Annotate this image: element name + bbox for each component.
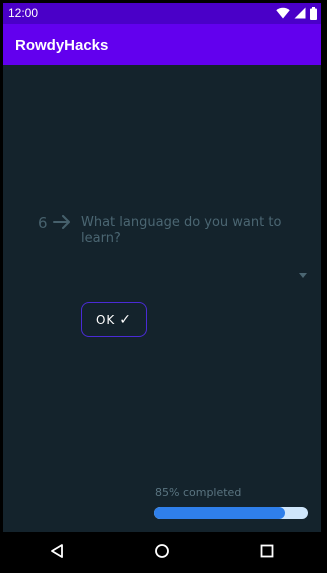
ok-button-label: OK: [95, 312, 116, 327]
status-bar: 12:00: [3, 3, 321, 24]
question-text: What language do you want to learn?: [81, 215, 282, 246]
question-number: 6: [38, 214, 48, 232]
app-bar: RowdyHacks: [3, 24, 321, 65]
dropdown-arrow-icon: [299, 273, 307, 278]
progress-fill: [154, 507, 285, 519]
progress-bar: [154, 507, 308, 519]
signal-icon: [294, 7, 306, 19]
back-icon[interactable]: [49, 543, 65, 559]
status-icons: [276, 6, 317, 20]
wifi-icon: [276, 7, 290, 19]
battery-icon: [310, 6, 317, 20]
progress-label: 85% completed: [155, 486, 242, 499]
checkmark-icon: ✓: [119, 311, 133, 328]
navigation-bar: [3, 532, 321, 570]
language-dropdown[interactable]: [81, 265, 307, 287]
recents-icon[interactable]: [259, 543, 275, 559]
app-screen: 12:00 RowdyHacks 6 What language do you …: [3, 3, 321, 570]
status-time: 12:00: [8, 6, 39, 20]
arrow-right-icon: [53, 215, 70, 229]
home-icon[interactable]: [154, 543, 170, 559]
app-title: RowdyHacks: [15, 37, 109, 54]
ok-button[interactable]: OK ✓: [81, 302, 147, 337]
